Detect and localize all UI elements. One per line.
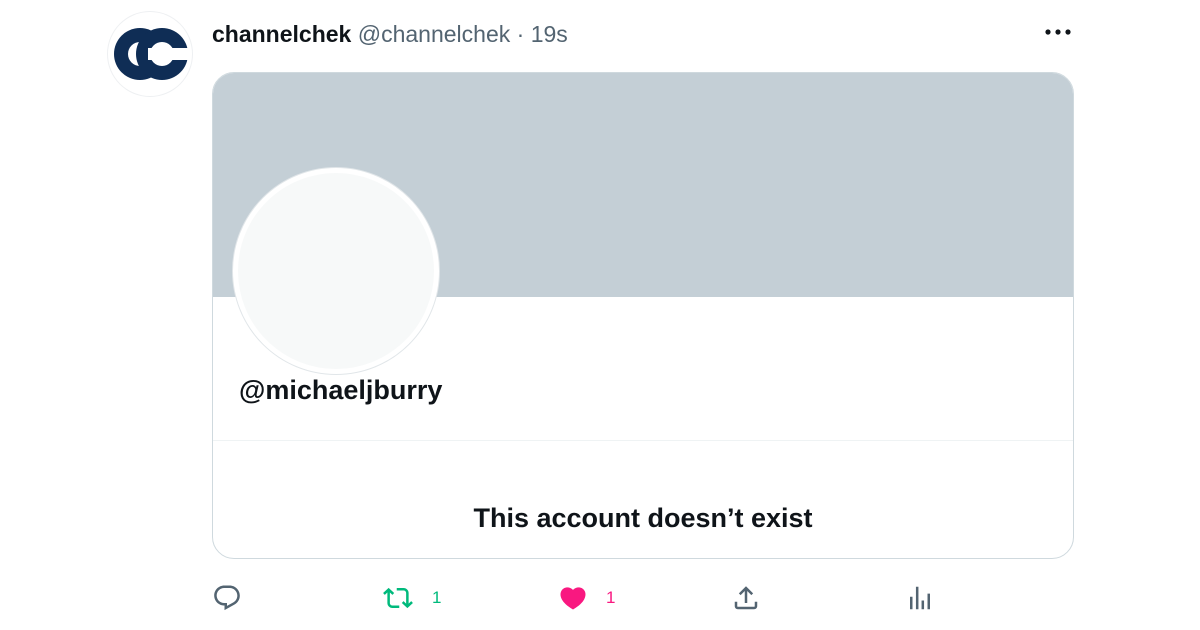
share-button[interactable]	[731, 578, 761, 618]
reply-icon	[214, 585, 240, 611]
more-button[interactable]	[1040, 18, 1076, 46]
retweet-count: 1	[432, 588, 442, 607]
tweet: channelchek @channelchek · 19s @michaelj…	[0, 0, 1200, 630]
tweet-header: channelchek @channelchek · 19s	[212, 20, 568, 48]
tweet-timestamp[interactable]: 19s	[531, 21, 568, 47]
like-count: 1	[606, 588, 616, 607]
author-avatar[interactable]	[108, 12, 192, 96]
heart-icon	[560, 587, 586, 610]
embedded-profile-card[interactable]: @michaeljburry This account doesn’t exis…	[212, 72, 1074, 559]
views-icon	[910, 586, 930, 610]
tweet-actions-bar: 1 1	[212, 578, 1072, 618]
share-icon	[734, 586, 758, 610]
views-button[interactable]	[905, 578, 935, 618]
channelchek-logo-icon	[114, 28, 188, 80]
profile-picture-placeholder	[233, 168, 439, 374]
retweet-button[interactable]: 1	[382, 578, 441, 618]
more-dots-icon	[1045, 29, 1071, 35]
like-button[interactable]: 1	[558, 578, 615, 618]
retweet-icon	[383, 587, 413, 609]
profile-handle: @michaeljburry	[239, 375, 443, 405]
header-separator: ·	[516, 21, 525, 47]
author-handle[interactable]: @channelchek	[358, 21, 511, 47]
account-missing-message: This account doesn’t exist	[473, 503, 813, 533]
card-divider	[213, 440, 1073, 441]
reply-button[interactable]	[212, 578, 242, 618]
author-display-name[interactable]: channelchek	[212, 21, 351, 47]
